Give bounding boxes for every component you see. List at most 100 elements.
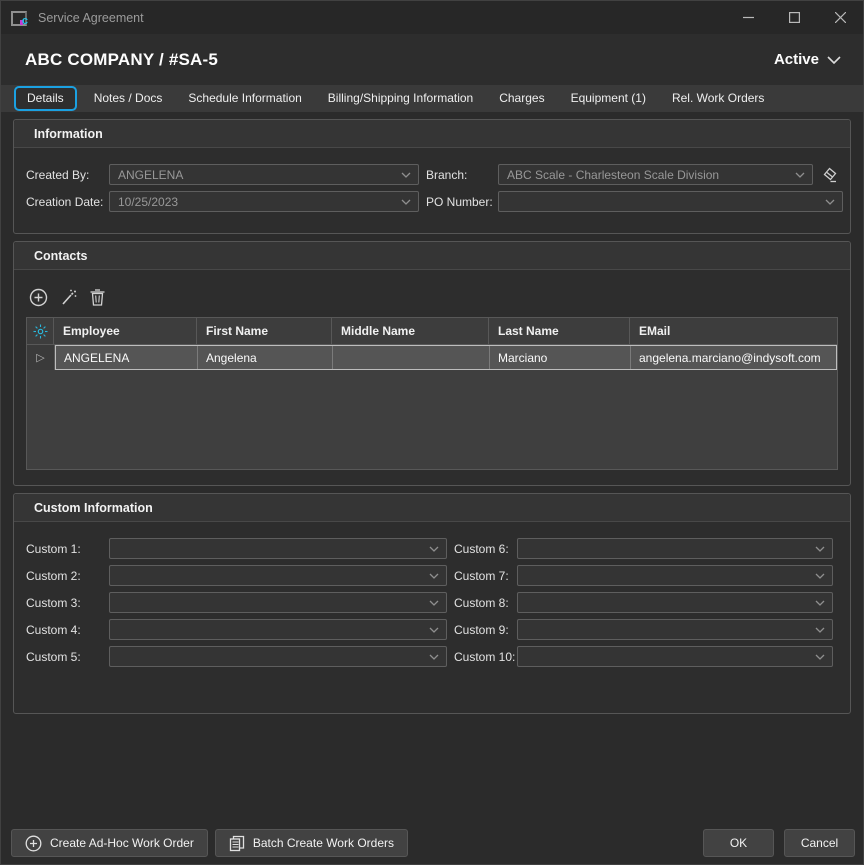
chevron-down-icon <box>795 172 805 178</box>
eraser-icon <box>819 166 838 184</box>
custom-row-4: Custom 4: Custom 9: <box>26 619 833 640</box>
information-panel-body: Created By: ANGELENA Branch: ABC Scale -… <box>14 148 850 233</box>
custom-5-label: Custom 5: <box>26 650 109 664</box>
window-title: Service Agreement <box>38 11 144 25</box>
custom-1-select[interactable] <box>109 538 447 559</box>
status-dropdown[interactable]: Active <box>774 51 841 68</box>
minimize-button[interactable] <box>725 1 771 34</box>
title-bar: c Service Agreement <box>1 1 863 34</box>
tab-billing-shipping-information[interactable]: Billing/Shipping Information <box>315 85 486 112</box>
column-header-last-name[interactable]: Last Name <box>489 318 630 344</box>
custom-4-select[interactable] <box>109 619 447 640</box>
custom-8-label: Custom 8: <box>454 596 517 610</box>
creation-date-select[interactable]: 10/25/2023 <box>109 191 419 212</box>
custom-8-select[interactable] <box>517 592 833 613</box>
custom-6-select[interactable] <box>517 538 833 559</box>
chevron-down-icon <box>827 56 841 64</box>
row-indicator-icon: ▷ <box>27 345 55 370</box>
contacts-panel-body: Employee First Name Middle Name Last Nam… <box>14 270 850 485</box>
column-header-middle-name[interactable]: Middle Name <box>332 318 489 344</box>
tab-rel-work-orders[interactable]: Rel. Work Orders <box>659 85 777 112</box>
magic-wand-icon <box>59 288 78 307</box>
chevron-down-icon <box>429 546 439 552</box>
grid-settings-column[interactable] <box>27 318 54 344</box>
custom-information-panel-title: Custom Information <box>14 494 850 522</box>
column-header-email[interactable]: EMail <box>630 318 837 344</box>
custom-3-select[interactable] <box>109 592 447 613</box>
chevron-down-icon <box>815 600 825 606</box>
custom-10-select[interactable] <box>517 646 833 667</box>
custom-row-1: Custom 1: Custom 6: <box>26 538 833 559</box>
chevron-down-icon <box>429 654 439 660</box>
maximize-icon <box>789 12 800 23</box>
custom-9-select[interactable] <box>517 619 833 640</box>
tab-bar: Details Notes / Docs Schedule Informatio… <box>1 85 863 112</box>
chevron-down-icon <box>429 573 439 579</box>
close-button[interactable] <box>817 1 863 34</box>
window-controls <box>725 1 863 34</box>
branch-select[interactable]: ABC Scale - Charlesteon Scale Division <box>498 164 813 185</box>
creation-date-label: Creation Date: <box>26 195 109 209</box>
selected-row-cells: ANGELENA Angelena Marciano angelena.marc… <box>55 345 837 370</box>
add-contact-icon <box>29 288 48 307</box>
create-adhoc-work-order-button[interactable]: Create Ad-Hoc Work Order <box>11 829 208 857</box>
service-agreement-window: c Service Agreement ABC COMPANY / #SA-5 … <box>0 0 864 865</box>
dialog-buttons: OK Cancel <box>703 829 855 857</box>
clear-branch-button[interactable] <box>813 166 843 184</box>
information-row-2: Creation Date: 10/25/2023 PO Number: <box>26 191 843 212</box>
tab-equipment[interactable]: Equipment (1) <box>558 85 659 112</box>
created-by-select[interactable]: ANGELENA <box>109 164 419 185</box>
column-header-employee[interactable]: Employee <box>54 318 197 344</box>
auto-add-contact-button[interactable] <box>59 288 78 307</box>
maximize-button[interactable] <box>771 1 817 34</box>
cell-employee[interactable]: ANGELENA <box>56 346 198 369</box>
tab-details[interactable]: Details <box>14 86 77 111</box>
custom-2-select[interactable] <box>109 565 447 586</box>
plus-circle-icon <box>25 835 42 852</box>
page-title: ABC COMPANY / #SA-5 <box>25 50 218 70</box>
cell-last-name[interactable]: Marciano <box>490 346 631 369</box>
app-icon: c <box>11 10 28 25</box>
chevron-down-icon <box>815 627 825 633</box>
document-header: ABC COMPANY / #SA-5 Active <box>1 34 863 85</box>
tab-schedule-information[interactable]: Schedule Information <box>175 85 314 112</box>
contacts-grid-header: Employee First Name Middle Name Last Nam… <box>27 318 837 345</box>
status-value: Active <box>774 51 819 68</box>
column-header-first-name[interactable]: First Name <box>197 318 332 344</box>
custom-10-label: Custom 10: <box>454 650 517 664</box>
branch-label: Branch: <box>426 168 498 182</box>
chevron-down-icon <box>401 199 411 205</box>
grid-empty-area <box>27 370 837 469</box>
cell-first-name[interactable]: Angelena <box>198 346 333 369</box>
custom-information-panel-body: Custom 1: Custom 6: Custom 2: <box>14 522 850 713</box>
contacts-panel-title: Contacts <box>14 242 850 270</box>
batch-create-work-orders-button[interactable]: Batch Create Work Orders <box>215 829 408 857</box>
chevron-down-icon <box>815 654 825 660</box>
cancel-button[interactable]: Cancel <box>784 829 855 857</box>
information-panel: Information Created By: ANGELENA Branch:… <box>13 119 851 234</box>
table-row[interactable]: ▷ ANGELENA Angelena Marciano angelena.ma… <box>27 345 837 370</box>
custom-9-label: Custom 9: <box>454 623 517 637</box>
delete-contact-button[interactable] <box>89 288 106 307</box>
custom-1-label: Custom 1: <box>26 542 109 556</box>
contacts-grid: Employee First Name Middle Name Last Nam… <box>26 317 838 470</box>
tab-charges[interactable]: Charges <box>486 85 557 112</box>
add-contact-button[interactable] <box>29 288 48 307</box>
po-number-select[interactable] <box>498 191 843 212</box>
created-by-label: Created By: <box>26 168 109 182</box>
app-icon-cyan: c <box>22 15 28 27</box>
cell-email[interactable]: angelena.marciano@indysoft.com <box>631 346 836 369</box>
tab-notes-docs[interactable]: Notes / Docs <box>81 85 176 112</box>
delete-icon <box>89 288 106 307</box>
cell-middle-name[interactable] <box>333 346 490 369</box>
minimize-icon <box>743 12 754 23</box>
custom-7-select[interactable] <box>517 565 833 586</box>
details-tab-content: Information Created By: ANGELENA Branch:… <box>1 112 863 714</box>
custom-5-select[interactable] <box>109 646 447 667</box>
batch-create-work-orders-label: Batch Create Work Orders <box>253 836 394 850</box>
custom-2-label: Custom 2: <box>26 569 109 583</box>
chevron-down-icon <box>401 172 411 178</box>
contacts-panel: Contacts <box>13 241 851 486</box>
create-adhoc-work-order-label: Create Ad-Hoc Work Order <box>50 836 194 850</box>
ok-button[interactable]: OK <box>703 829 774 857</box>
